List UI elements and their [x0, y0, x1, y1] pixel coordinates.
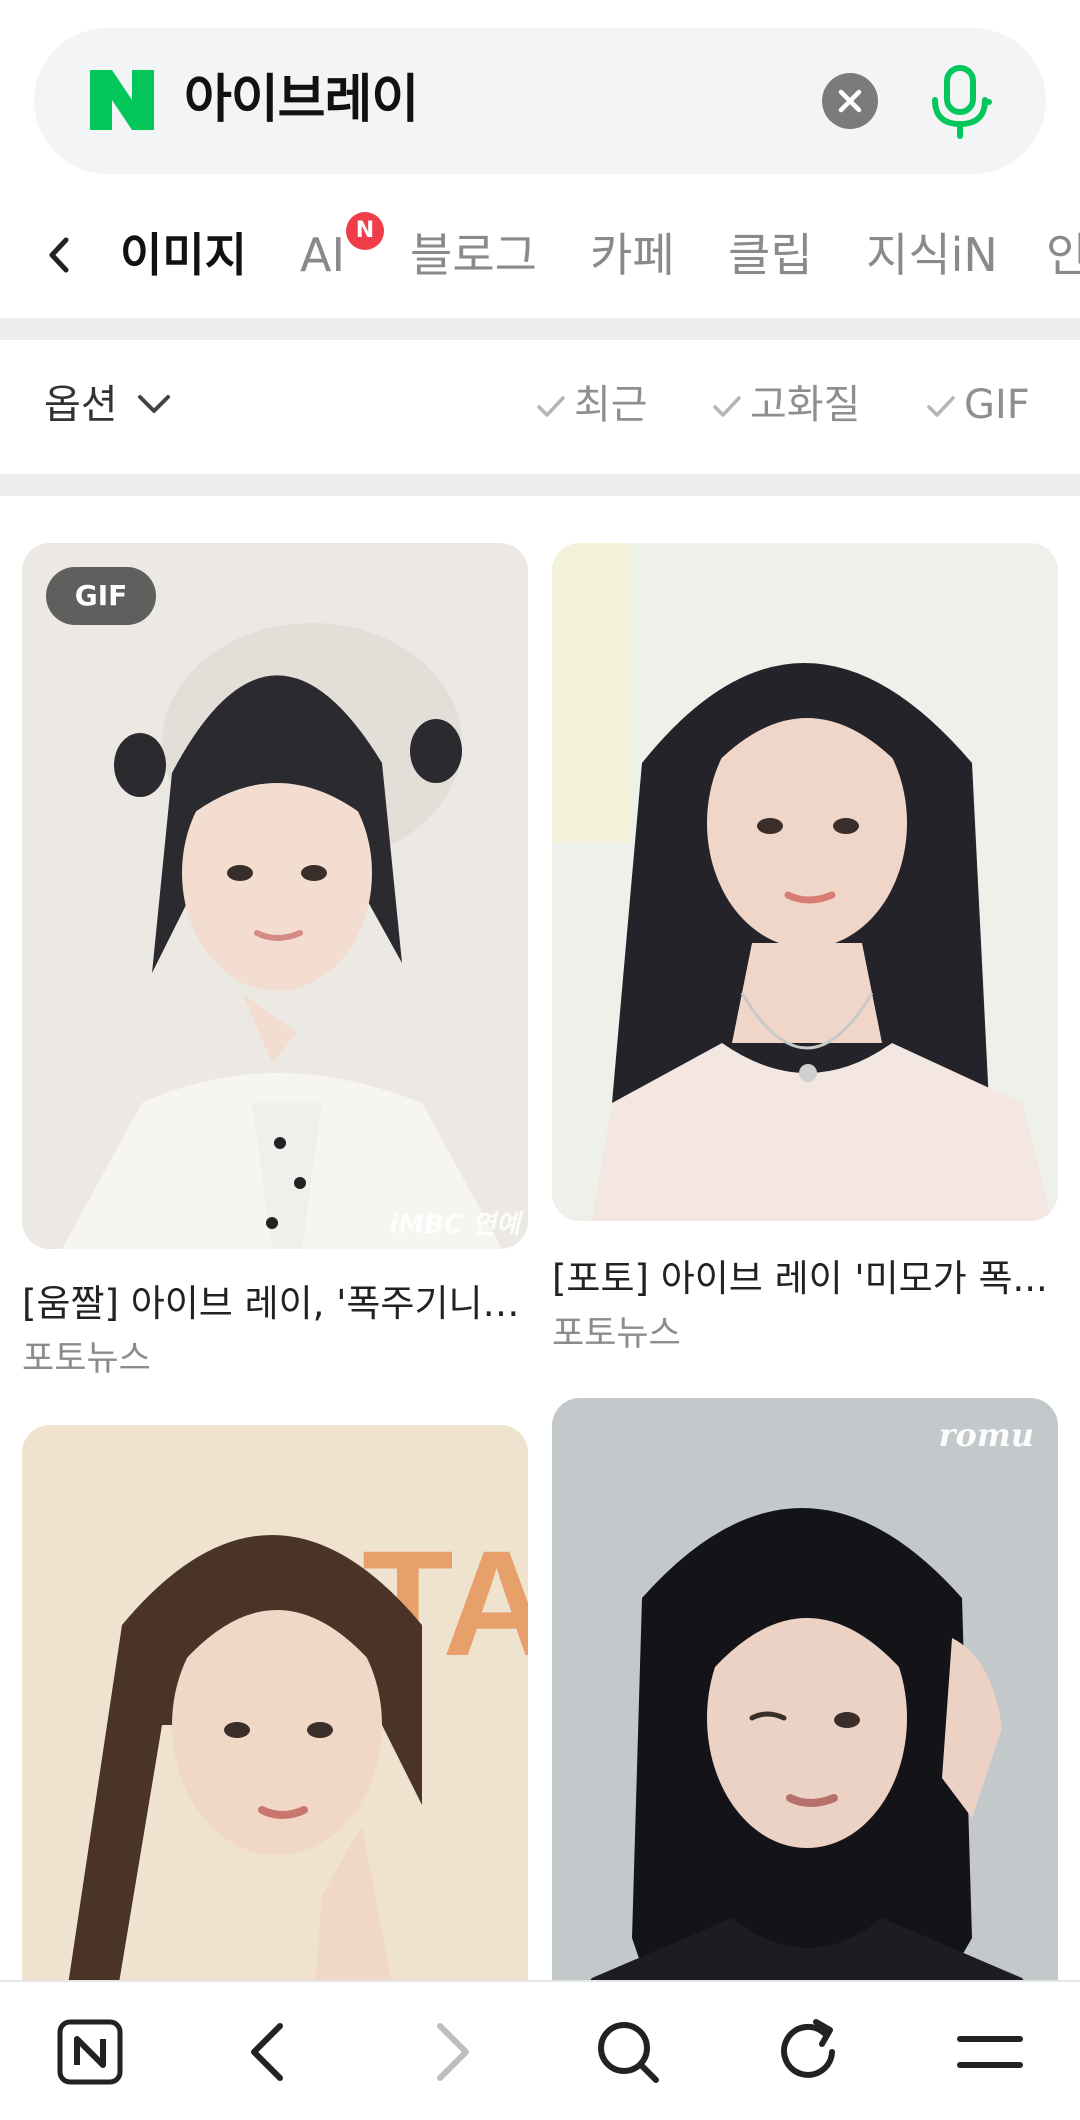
tab-ai[interactable]: AI	[300, 200, 345, 310]
image-watermark: iMBC 연예	[389, 1210, 520, 1240]
filter-label: 최근	[574, 382, 648, 428]
divider	[0, 474, 1080, 496]
tabs-back-button[interactable]	[40, 230, 80, 280]
options-row: 옵션 최근 고화질 GIF	[0, 340, 1080, 470]
divider	[0, 318, 1080, 340]
gif-badge: GIF	[46, 567, 156, 625]
portrait-photo	[552, 543, 1058, 1221]
clear-search-button[interactable]	[822, 73, 878, 129]
result-image[interactable]: romu	[552, 1398, 1058, 2025]
check-icon	[927, 396, 955, 417]
result-image[interactable]: TA	[22, 1425, 528, 2025]
result-source[interactable]: 포토뉴스	[552, 1305, 681, 1356]
menu-icon	[957, 2036, 1023, 2068]
portrait-photo: TA	[22, 1425, 528, 2025]
browser-forward-button[interactable]	[410, 2012, 490, 2092]
naver-logo[interactable]	[90, 70, 154, 130]
chevron-down-icon[interactable]	[134, 384, 174, 424]
image-watermark: romu	[938, 1416, 1034, 1454]
naver-home-icon	[57, 2019, 123, 2085]
menu-button[interactable]	[950, 2012, 1030, 2092]
check-icon	[713, 396, 741, 417]
back-arrow-icon	[251, 2023, 283, 2081]
tab-cafe[interactable]: 카페	[590, 200, 675, 310]
browser-back-button[interactable]	[230, 2012, 310, 2092]
refresh-icon	[781, 2019, 835, 2078]
portrait-photo	[22, 543, 528, 1249]
search-input[interactable]: 아이브레이	[184, 60, 419, 140]
tab-blog[interactable]: 블로그	[410, 200, 537, 310]
home-button[interactable]	[50, 2012, 130, 2092]
result-image[interactable]: GIF iMBC 연예	[22, 543, 528, 1249]
tab-more[interactable]: 인	[1046, 200, 1080, 310]
close-icon	[838, 89, 862, 113]
result-image[interactable]	[552, 543, 1058, 1221]
filter-high-quality[interactable]: 고화질	[710, 340, 860, 470]
browser-search-button[interactable]	[588, 2012, 668, 2092]
mic-icon	[932, 65, 992, 139]
filter-recent[interactable]: 최근	[534, 340, 648, 470]
check-icon	[537, 396, 565, 417]
page: 아이브레이 이미지 AI 블로그 카페 클립 지식iN 인 N 옵션 최근 고화…	[0, 0, 1080, 2120]
tab-clip[interactable]: 클립	[728, 200, 813, 310]
tab-knowledge-in[interactable]: 지식iN	[866, 200, 998, 310]
portrait-photo	[552, 1398, 1058, 2025]
refresh-button[interactable]	[770, 2012, 850, 2092]
voice-search-button[interactable]	[924, 62, 996, 142]
chevron-left-icon	[49, 237, 69, 273]
forward-arrow-icon	[437, 2023, 469, 2081]
bottom-nav-bar	[0, 1980, 1080, 2120]
filter-gif[interactable]: GIF	[924, 340, 1030, 470]
filter-label: GIF	[964, 382, 1030, 428]
tab-images[interactable]: 이미지	[120, 200, 247, 310]
search-icon	[598, 2022, 659, 2083]
result-title[interactable]: [움짤] 아이브 레이, '폭주기니' ...	[22, 1273, 527, 1327]
ai-new-badge: N	[346, 212, 384, 250]
result-source[interactable]: 포토뉴스	[22, 1330, 151, 1381]
filter-label: 고화질	[750, 382, 861, 428]
result-title[interactable]: [포토] 아이브 레이 '미모가 폭...	[552, 1248, 1057, 1302]
options-button[interactable]: 옵션	[44, 340, 118, 470]
search-tabs: 이미지 AI 블로그 카페 클립 지식iN 인	[0, 200, 1080, 310]
search-bar[interactable]: 아이브레이	[34, 28, 1046, 174]
